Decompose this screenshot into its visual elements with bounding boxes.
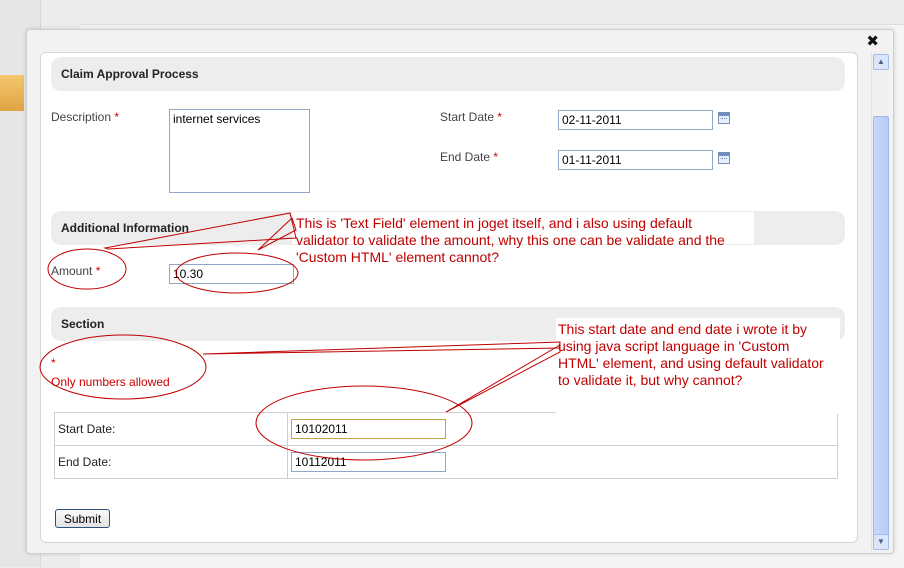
background-tab xyxy=(0,75,24,111)
validation-star: * xyxy=(51,356,56,370)
scroll-down-icon[interactable]: ▼ xyxy=(873,534,889,550)
end-date-input[interactable] xyxy=(558,150,713,170)
close-icon[interactable]: ✖ xyxy=(866,32,879,50)
amount-label: Amount * xyxy=(51,264,101,278)
custom-end-label: End Date: xyxy=(54,445,288,479)
form-content: Claim Approval Process Description * int… xyxy=(40,52,858,543)
custom-end-cell xyxy=(287,445,838,479)
vertical-scrollbar[interactable]: ▲ ▼ xyxy=(871,52,889,550)
required-mark: * xyxy=(114,110,120,124)
start-date-input[interactable] xyxy=(558,110,713,130)
amount-input[interactable] xyxy=(169,264,294,284)
table-row: Start Date: xyxy=(54,412,838,446)
custom-end-input[interactable] xyxy=(291,452,446,472)
validation-message: Only numbers allowed xyxy=(51,375,170,389)
end-date-label: End Date * xyxy=(440,150,499,164)
start-date-label: Start Date * xyxy=(440,110,503,124)
form-dialog: ✖ Claim Approval Process Description * i… xyxy=(26,29,894,554)
custom-html-table: Start Date: End Date: xyxy=(54,412,838,479)
calendar-icon[interactable] xyxy=(718,152,730,164)
calendar-icon[interactable] xyxy=(718,112,730,124)
required-mark: * xyxy=(497,110,503,124)
table-row: End Date: xyxy=(54,445,838,479)
section-header-claim: Claim Approval Process xyxy=(51,57,845,91)
submit-button[interactable]: Submit xyxy=(55,509,110,528)
annotation-note-1: This is 'Text Field' element in joget it… xyxy=(296,215,725,265)
description-label: Description * xyxy=(51,110,120,124)
custom-start-input[interactable] xyxy=(291,419,446,439)
scroll-thumb[interactable] xyxy=(873,116,889,536)
custom-start-cell xyxy=(287,412,838,446)
annotation-note-2: This start date and end date i wrote it … xyxy=(558,321,824,388)
scroll-up-icon[interactable]: ▲ xyxy=(873,54,889,70)
custom-start-label: Start Date: xyxy=(54,412,288,446)
required-mark: * xyxy=(95,264,101,278)
required-mark: * xyxy=(493,150,499,164)
description-textarea[interactable]: internet services xyxy=(169,109,310,193)
